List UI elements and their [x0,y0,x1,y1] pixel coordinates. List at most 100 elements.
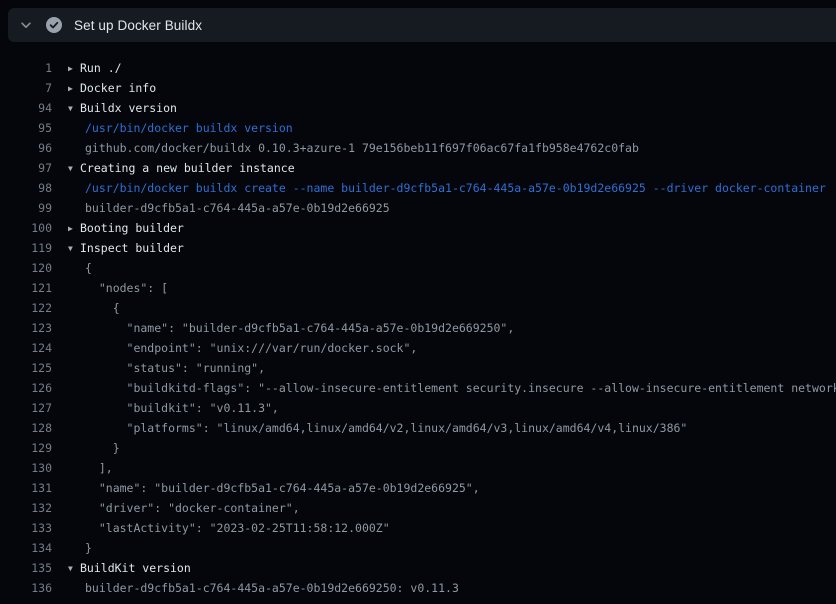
line-number[interactable]: 120 [0,258,52,278]
log-output-text: "lastActivity": "2023-02-25T11:58:12.000… [68,518,836,538]
line-number[interactable]: 96 [0,138,52,158]
line-number[interactable]: 94 [0,98,52,118]
check-circle-icon [46,17,62,33]
line-number[interactable]: 1 [0,58,52,78]
log-group-toggle[interactable]: ▶Run ./ [68,58,836,78]
log-line: 125 "status": "running", [0,358,836,378]
log-command-text: /usr/bin/docker buildx create --name bui… [68,178,836,198]
log-group-toggle[interactable]: ▶Docker info [68,78,836,98]
log-line: 129 } [0,438,836,458]
line-number[interactable]: 131 [0,478,52,498]
log-group-toggle[interactable]: ▼Creating a new builder instance [68,158,836,178]
log-output-text: } [68,538,836,558]
log-output-text: "name": "builder-d9cfb5a1-c764-445a-a57e… [68,478,836,498]
log-output-text: builder-d9cfb5a1-c764-445a-a57e-0b19d2e6… [68,198,836,218]
log-command-text: /usr/bin/docker buildx version [68,118,836,138]
log-line: 135 ▼BuildKit version [0,558,836,578]
log-output-text: "nodes": [ [68,278,836,298]
line-number[interactable]: 125 [0,358,52,378]
log-line: 126 "buildkitd-flags": "--allow-insecure… [0,378,836,398]
log-line: 120 { [0,258,836,278]
log-output-text: "platforms": "linux/amd64,linux/amd64/v2… [68,418,836,438]
log-group-title: Docker info [80,81,156,95]
triangle-down-icon: ▼ [68,99,80,118]
log-line: 131 "name": "builder-d9cfb5a1-c764-445a-… [0,478,836,498]
log-line: 1 ▶Run ./ [0,58,836,78]
line-number[interactable]: 135 [0,558,52,578]
log-line: 132 "driver": "docker-container", [0,498,836,518]
log-line: 122 { [0,298,836,318]
line-number[interactable]: 100 [0,218,52,238]
line-number[interactable]: 122 [0,298,52,318]
log-line: 134} [0,538,836,558]
log-group-title: Creating a new builder instance [80,161,295,175]
triangle-right-icon: ▶ [68,79,80,98]
line-number[interactable]: 123 [0,318,52,338]
line-number[interactable]: 95 [0,118,52,138]
log-group-toggle[interactable]: ▼BuildKit version [68,558,836,578]
log-line: 128 "platforms": "linux/amd64,linux/amd6… [0,418,836,438]
line-number[interactable]: 99 [0,198,52,218]
step-title: Set up Docker Buildx [74,18,202,33]
log-group-title: Buildx version [80,101,177,115]
triangle-down-icon: ▼ [68,559,80,578]
log-line: 124 "endpoint": "unix:///var/run/docker.… [0,338,836,358]
chevron-down-icon[interactable] [18,17,34,33]
log-output-text: builder-d9cfb5a1-c764-445a-a57e-0b19d2e6… [68,578,836,598]
line-number[interactable]: 127 [0,398,52,418]
triangle-right-icon: ▶ [68,59,80,78]
log-line: 97 ▼Creating a new builder instance [0,158,836,178]
line-number[interactable]: 126 [0,378,52,398]
line-number[interactable]: 136 [0,578,52,598]
line-number[interactable]: 7 [0,78,52,98]
log-line: 133 "lastActivity": "2023-02-25T11:58:12… [0,518,836,538]
line-number[interactable]: 130 [0,458,52,478]
line-number[interactable]: 124 [0,338,52,358]
log-lines-container: 1▶Run ./7▶Docker info94▼Buildx version95… [0,42,836,604]
line-number[interactable]: 97 [0,158,52,178]
log-output-text: "buildkitd-flags": "--allow-insecure-ent… [68,378,836,398]
log-output-text: "buildkit": "v0.11.3", [68,398,836,418]
triangle-right-icon: ▶ [68,219,80,238]
log-line: 7 ▶Docker info [0,78,836,98]
log-output-text: "status": "running", [68,358,836,378]
log-line: 99 builder-d9cfb5a1-c764-445a-a57e-0b19d2… [0,198,836,218]
log-line: 123 "name": "builder-d9cfb5a1-c764-445a-… [0,318,836,338]
log-line: 127 "buildkit": "v0.11.3", [0,398,836,418]
log-line: 100 ▶Booting builder [0,218,836,238]
log-line: 94 ▼Buildx version [0,98,836,118]
line-number[interactable]: 134 [0,538,52,558]
log-output-text: ], [68,458,836,478]
step-header[interactable]: Set up Docker Buildx [8,8,836,42]
log-group-title: Booting builder [80,221,184,235]
log-group-toggle[interactable]: ▼Inspect builder [68,238,836,258]
log-line: 136 builder-d9cfb5a1-c764-445a-a57e-0b19d… [0,578,836,598]
line-number[interactable]: 132 [0,498,52,518]
triangle-down-icon: ▼ [68,239,80,258]
line-number[interactable]: 98 [0,178,52,198]
log-line: 121 "nodes": [ [0,278,836,298]
log-output-text: "endpoint": "unix:///var/run/docker.sock… [68,338,836,358]
line-number[interactable]: 133 [0,518,52,538]
line-number[interactable]: 121 [0,278,52,298]
line-number[interactable]: 119 [0,238,52,258]
log-group-title: Run ./ [80,61,122,75]
log-group-title: BuildKit version [80,561,191,575]
line-number[interactable]: 129 [0,438,52,458]
log-group-toggle[interactable]: ▼Buildx version [68,98,836,118]
log-line: 95/usr/bin/docker buildx version [0,118,836,138]
log-group-title: Inspect builder [80,241,184,255]
log-group-toggle[interactable]: ▶Booting builder [68,218,836,238]
log-output-text: "driver": "docker-container", [68,498,836,518]
line-number[interactable]: 128 [0,418,52,438]
log-output-text: { [68,298,836,318]
log-output-text: "name": "builder-d9cfb5a1-c764-445a-a57e… [68,318,836,338]
log-line: 130 ], [0,458,836,478]
log-line: 96 github.com/docker/buildx 0.10.3+azure-… [0,138,836,158]
log-output-text: } [68,438,836,458]
log-output-text: { [68,258,836,278]
log-line: 119 ▼Inspect builder [0,238,836,258]
log-line: 98/usr/bin/docker buildx create --name b… [0,178,836,198]
triangle-down-icon: ▼ [68,159,80,178]
log-output-text: github.com/docker/buildx 0.10.3+azure-1 … [68,138,836,158]
